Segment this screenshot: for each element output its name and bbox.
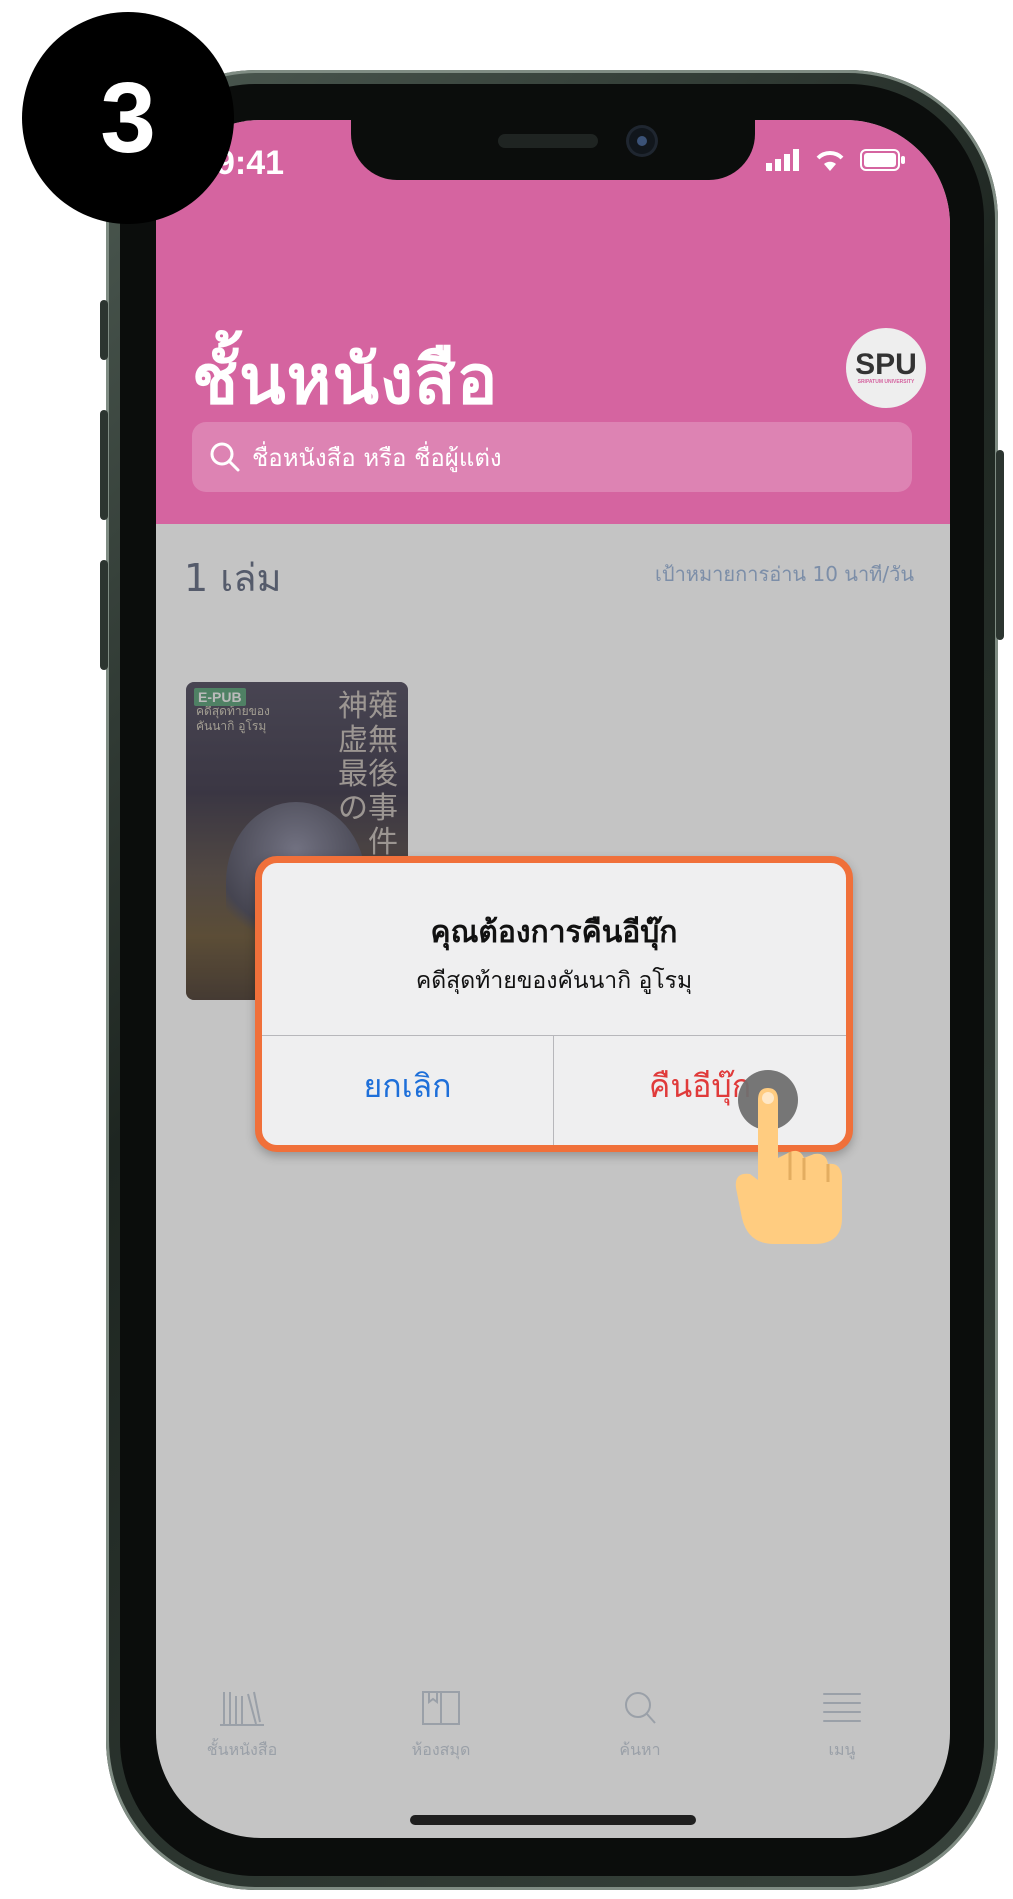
mute-switch bbox=[100, 300, 108, 360]
tab-library[interactable]: ห้องสมุด bbox=[381, 1688, 501, 1763]
tab-search[interactable]: ค้นหา bbox=[580, 1688, 700, 1763]
camera-notch bbox=[351, 120, 755, 180]
cellular-signal-icon bbox=[766, 149, 799, 171]
tab-label: ชั้นหนังสือ bbox=[206, 1740, 278, 1759]
menu-icon bbox=[823, 1693, 861, 1722]
tab-label: เมนู bbox=[828, 1740, 856, 1759]
tab-label: ค้นหา bbox=[619, 1740, 661, 1759]
dialog-message: คดีสุดท้ายของคันนากิ อูโรมุ bbox=[415, 968, 693, 994]
search-icon bbox=[210, 442, 240, 472]
app-header: 9:41 ชั้นหนังสือ SPU SRIPATUM UNIVERSITY… bbox=[156, 120, 950, 524]
status-icons bbox=[766, 148, 906, 172]
reading-goal-link[interactable]: เป้าหมายการอ่าน 10 นาที/วัน bbox=[655, 558, 914, 590]
dialog-title: คุณต้องการคืนอีบุ๊ก bbox=[430, 915, 678, 950]
volume-up-button bbox=[100, 410, 108, 520]
book-count: 1 เล่ม bbox=[184, 556, 282, 600]
wifi-icon bbox=[816, 151, 844, 171]
search-placeholder: ชื่อหนังสือ หรือ ชื่อผู้แต่ง bbox=[252, 443, 502, 472]
earpiece-speaker bbox=[498, 134, 598, 148]
step-number-badge: 3 bbox=[22, 12, 234, 224]
front-camera bbox=[629, 128, 655, 154]
tap-hand-icon bbox=[735, 1070, 842, 1244]
tab-menu[interactable]: เมนู bbox=[782, 1688, 902, 1763]
tab-label: ห้องสมุด bbox=[411, 1740, 471, 1759]
logo-subtext: SRIPATUM UNIVERSITY bbox=[857, 379, 915, 385]
library-icon bbox=[422, 1691, 460, 1725]
search-icon bbox=[625, 1692, 656, 1724]
university-logo[interactable]: SPU SRIPATUM UNIVERSITY bbox=[846, 328, 926, 408]
power-button bbox=[996, 450, 1004, 640]
volume-down-button bbox=[100, 560, 108, 670]
page-title: ชั้นหนังสือ bbox=[192, 341, 499, 420]
cancel-button[interactable]: ยกเลิก bbox=[262, 1036, 553, 1136]
bookshelf-icon bbox=[220, 1691, 264, 1726]
home-indicator[interactable] bbox=[410, 1815, 696, 1825]
step-number: 3 bbox=[100, 61, 156, 174]
tab-bookshelf[interactable]: ชั้นหนังสือ bbox=[182, 1688, 302, 1763]
battery-icon bbox=[860, 149, 905, 171]
logo-text: SPU bbox=[855, 348, 917, 381]
search-input[interactable]: ชื่อหนังสือ หรือ ชื่อผู้แต่ง bbox=[192, 422, 912, 492]
